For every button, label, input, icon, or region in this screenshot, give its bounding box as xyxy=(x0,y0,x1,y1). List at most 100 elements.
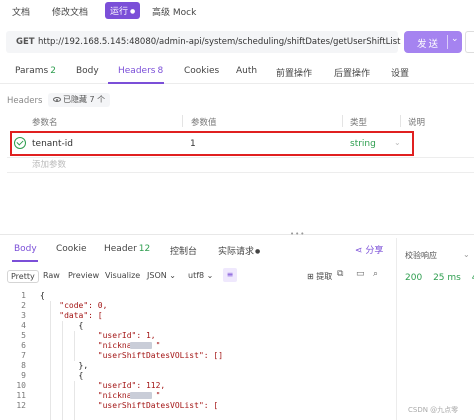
send-dropdown-icon[interactable]: ⌄ xyxy=(451,34,459,44)
response-code-viewer[interactable]: 1 { 2 "code": 0, 3 "data": [ 4 { 5 "userI… xyxy=(0,289,395,420)
code-text: "code": 0, xyxy=(40,301,108,310)
mode-tabs: 文档 修改文档 运行 ● 高级 Mock xyxy=(0,0,474,24)
response-side-panel: 校验响应 ⌄ 200 25 ms 4. xyxy=(396,238,474,420)
code-text: "userId": 1, xyxy=(40,331,156,340)
format-select[interactable]: JSON ⌄ xyxy=(147,271,176,280)
extract-button[interactable]: ⊞ 提取 xyxy=(307,271,332,282)
line-number: 6 xyxy=(21,341,26,350)
search-icon[interactable]: ⌕ xyxy=(373,269,378,279)
line-number: 5 xyxy=(21,331,26,340)
chevron-down-icon[interactable]: ⌄ xyxy=(394,138,401,147)
tab-console[interactable]: 控制台 xyxy=(170,244,197,257)
tab-pre-processors[interactable]: 前置操作 xyxy=(276,66,312,79)
row-divider xyxy=(7,157,474,158)
line-number: 9 xyxy=(21,371,26,380)
param-name-cell[interactable]: tenant-id xyxy=(32,139,73,149)
tab-docs[interactable]: 文档 xyxy=(12,5,30,18)
share-button[interactable]: ⋖ 分享 xyxy=(355,243,383,256)
table-row[interactable]: tenant-id 1 string ⌄ xyxy=(10,131,414,156)
code-text: { xyxy=(40,291,45,300)
code-text: }, xyxy=(40,361,89,370)
tab-params-count: 2 xyxy=(50,66,56,76)
send-divider xyxy=(447,35,448,49)
encoding-select-label: utf8 xyxy=(188,271,205,280)
tab-body-label: Body xyxy=(76,66,99,76)
save-icon[interactable]: ▭ xyxy=(356,269,365,279)
code-text: { xyxy=(40,321,84,330)
extract-icon: ⊞ xyxy=(307,272,317,281)
column-resize-handle[interactable] xyxy=(342,115,343,127)
col-value-header: 参数值 xyxy=(191,118,217,128)
request-tabs: Params 2 Body Headers 8 Cookies Auth 前置操作 … xyxy=(0,60,474,84)
tab-response-cookie[interactable]: Cookie xyxy=(56,244,87,254)
chevron-down-icon[interactable]: ⌄ xyxy=(463,250,470,259)
send-button[interactable]: 发送 ⌄ xyxy=(404,31,462,53)
tab-run-label: 运行 xyxy=(110,7,129,17)
tab-params[interactable]: Params 2 xyxy=(15,66,56,76)
copy-icon[interactable]: ⧉ xyxy=(337,269,343,279)
tab-actual-request[interactable]: 实际请求● xyxy=(218,244,260,257)
assert-response-label[interactable]: 校验响应 xyxy=(405,250,437,261)
col-desc-header: 说明 xyxy=(408,118,426,128)
response-tabs: Body Cookie Header 12 控制台 实际请求● ⋖ 分享 xyxy=(0,238,395,262)
tab-settings-label: 设置 xyxy=(391,69,410,79)
column-resize-handle[interactable] xyxy=(182,115,183,127)
col-name-header: 参数名 xyxy=(32,118,58,128)
response-time: 25 ms xyxy=(433,273,461,283)
code-text: "userId": 112, xyxy=(40,381,166,390)
param-type-select[interactable]: string xyxy=(350,139,376,149)
enabled-check-icon[interactable] xyxy=(14,137,26,149)
active-tab-indicator xyxy=(12,260,38,262)
format-select-label: JSON xyxy=(147,271,167,280)
response-status: 200 25 ms 4. xyxy=(405,273,474,291)
active-tab-indicator xyxy=(108,82,164,84)
raw-button[interactable]: Raw xyxy=(40,270,63,281)
tab-response-header-label: Header xyxy=(104,244,137,254)
param-value-cell[interactable]: 1 xyxy=(190,139,196,149)
tab-edit-docs[interactable]: 修改文档 xyxy=(52,5,88,18)
hidden-headers-toggle[interactable]: 已隐藏 7 个 xyxy=(48,93,111,107)
tab-body[interactable]: Body xyxy=(76,66,99,76)
tab-cookies[interactable]: Cookies xyxy=(184,66,219,76)
drag-handle-icon[interactable]: ••• xyxy=(290,230,305,238)
code-text: "userShiftDatesVOList": [ xyxy=(40,401,219,410)
visualize-button[interactable]: Visualize xyxy=(102,270,143,281)
tab-response-body-label: Body xyxy=(14,244,37,254)
code-text: "userShiftDatesVOList": [] xyxy=(40,351,224,360)
add-param-input[interactable]: 添加参数 xyxy=(32,158,66,170)
panel-splitter[interactable] xyxy=(0,234,474,235)
unsaved-dot-icon: ● xyxy=(130,8,136,15)
tab-post-processors[interactable]: 后置操作 xyxy=(334,66,370,79)
line-number: 12 xyxy=(16,401,26,410)
tab-response-body[interactable]: Body xyxy=(14,244,37,254)
wrap-lines-icon[interactable]: ≡ xyxy=(223,268,237,282)
redacted-value xyxy=(130,392,152,399)
eye-icon xyxy=(53,97,61,102)
tab-auth[interactable]: Auth xyxy=(236,66,257,76)
chevron-down-icon: ⌄ xyxy=(206,271,214,280)
save-button-edge[interactable] xyxy=(465,31,474,53)
row-divider xyxy=(7,172,474,173)
column-resize-handle[interactable] xyxy=(400,115,401,127)
tab-auth-label: Auth xyxy=(236,66,258,76)
preview-button[interactable]: Preview xyxy=(65,270,102,281)
tab-settings[interactable]: 设置 xyxy=(391,66,409,79)
tab-response-header[interactable]: Header 12 xyxy=(104,244,150,254)
pretty-button[interactable]: Pretty xyxy=(7,270,39,283)
encoding-select[interactable]: utf8 ⌄ xyxy=(188,271,213,280)
line-number: 11 xyxy=(16,391,26,400)
indicator-dot-icon: ● xyxy=(255,248,261,255)
tab-run[interactable]: 运行 ● xyxy=(105,2,141,19)
line-number: 2 xyxy=(21,301,26,310)
url-input[interactable]: http://192.168.5.145:48080/admin-api/sys… xyxy=(38,37,400,47)
share-label: 分享 xyxy=(365,246,384,256)
tab-advanced-mock[interactable]: 高级 Mock xyxy=(152,5,196,18)
status-code: 200 xyxy=(405,273,423,283)
line-number: 4 xyxy=(21,321,26,330)
line-number: 3 xyxy=(21,311,26,320)
tab-headers[interactable]: Headers 8 xyxy=(118,66,163,76)
http-method[interactable]: GET xyxy=(16,37,35,47)
tab-post-label: 后置操作 xyxy=(334,69,371,79)
watermark: CSDN @九点零 xyxy=(408,406,459,414)
url-bar[interactable]: GET http://192.168.5.145:48080/admin-api… xyxy=(6,31,400,53)
